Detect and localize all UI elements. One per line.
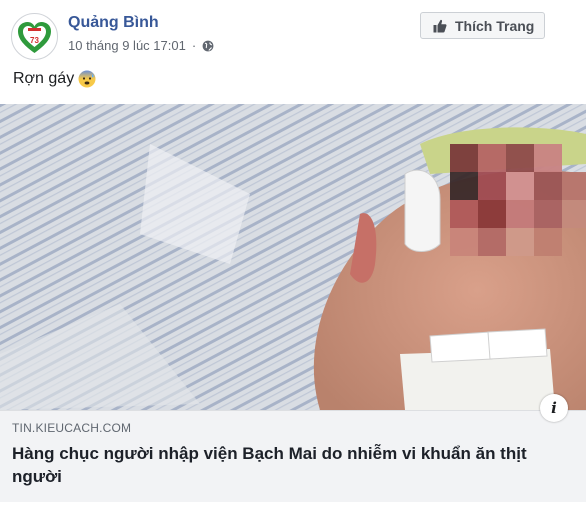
page-avatar[interactable]: 73 xyxy=(11,13,58,60)
like-page-button[interactable]: Thích Trang xyxy=(420,12,545,39)
post-meta: 10 tháng 9 lúc 17:01 · xyxy=(68,38,214,53)
link-title[interactable]: Hàng chục người nhập viện Bạch Mai do nh… xyxy=(12,442,567,488)
meta-separator: · xyxy=(191,38,197,53)
thumbs-up-icon xyxy=(433,19,447,32)
like-page-label: Thích Trang xyxy=(455,17,535,34)
link-domain: TIN.KIEUCACH.COM xyxy=(12,421,132,435)
post-header: 73 Quảng Bình 10 tháng 9 lúc 17:01 · Thí… xyxy=(0,0,586,62)
article-photo xyxy=(0,104,586,410)
post-message: Rợn gáy xyxy=(13,70,96,88)
quang-binh-logo: 73 xyxy=(12,14,57,59)
post-timestamp[interactable]: 10 tháng 9 lúc 17:01 xyxy=(68,38,186,53)
link-preview[interactable]: TIN.KIEUCACH.COM Hàng chục người nhập vi… xyxy=(0,410,586,502)
avatar-number: 73 xyxy=(30,36,39,45)
page-name-link[interactable]: Quảng Bình xyxy=(68,14,159,32)
post-text: Rợn gáy xyxy=(13,70,75,87)
anxious-face-with-sweat-emoji xyxy=(78,70,96,88)
link-preview-image[interactable] xyxy=(0,104,586,410)
info-icon[interactable]: i xyxy=(540,394,568,422)
globe-icon[interactable] xyxy=(202,40,214,52)
